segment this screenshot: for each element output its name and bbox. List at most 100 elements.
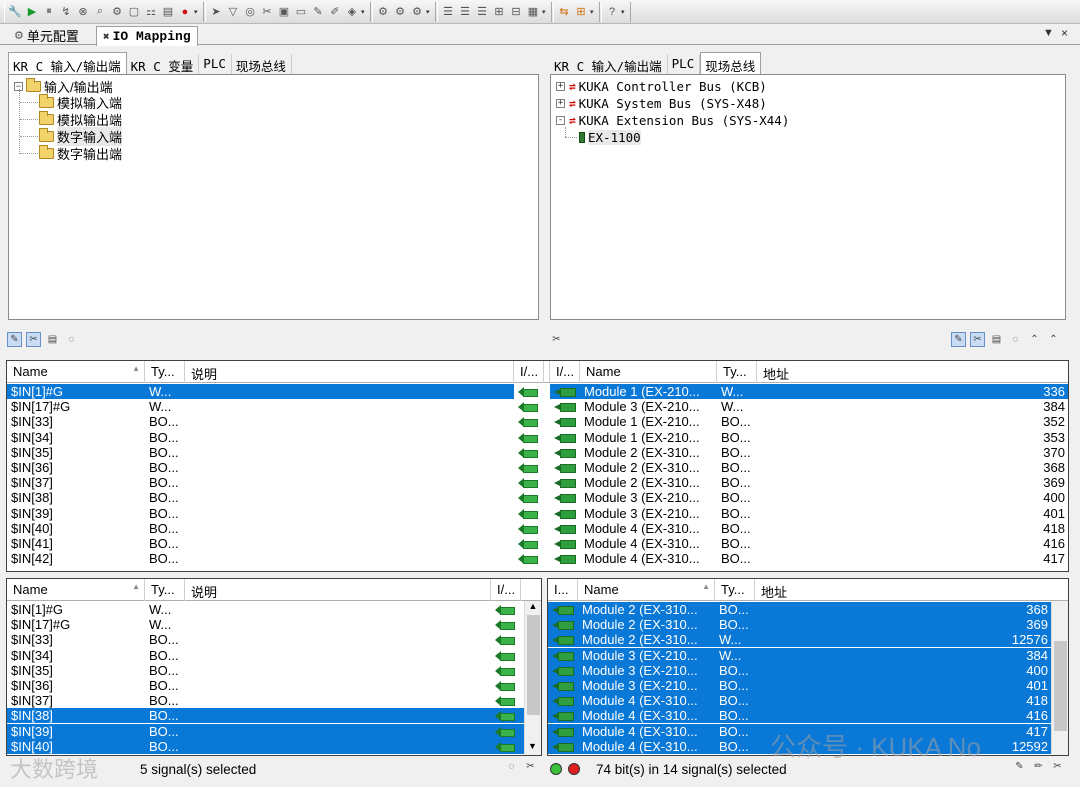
align-right-icon[interactable]: ☰ [474, 4, 490, 20]
expand-up-all-icon[interactable]: ⌃ [1046, 332, 1061, 347]
mapping-row[interactable]: $IN[17]#G W... Module 3 (EX-210... W... 384 [7, 399, 1068, 414]
left_panel-tab-2[interactable]: PLC [199, 54, 232, 74]
tree-item[interactable]: 模拟输入端 [39, 94, 122, 111]
column-header[interactable]: I/... [514, 361, 544, 383]
signal-row[interactable]: $IN[1]#G W... [7, 602, 524, 617]
signal-row[interactable]: $IN[38] BO... [7, 708, 524, 724]
wrench-icon[interactable]: 🔧 [7, 4, 23, 20]
collapse-icon[interactable]: - [556, 116, 565, 125]
right_panel-tab-0[interactable]: KR C 输入/输出端 [550, 54, 668, 74]
tab-cell-config[interactable]: ⚙ 单元配置 [8, 26, 85, 45]
disconnect-icon[interactable]: ✂ [26, 331, 41, 347]
edit-signal-icon[interactable]: ▤ [45, 332, 60, 347]
close-icon[interactable]: × [1061, 26, 1068, 40]
cube-icon[interactable]: ◈ [344, 4, 360, 20]
pin-icon[interactable]: ✎ [1012, 759, 1027, 774]
signal-row[interactable]: $IN[33] BO... [7, 632, 524, 647]
bus-signal-row[interactable]: Module 2 (EX-310... W... 12576 [548, 632, 1051, 648]
mapping-row[interactable]: $IN[33] BO... Module 1 (EX-210... BO... 352 [7, 414, 1068, 429]
column-header[interactable]: Name ▲ [578, 579, 715, 601]
mapping-row[interactable]: $IN[37] BO... Module 2 (EX-310... BO... 369 [7, 475, 1068, 490]
column-header[interactable]: I/... [550, 361, 580, 383]
tools-icon[interactable]: ✂ [259, 4, 275, 20]
dropdown-icon[interactable]: ▼ [1043, 27, 1054, 39]
column-header[interactable]: Name ▲ [7, 361, 145, 383]
edit-right-icon[interactable]: ▤ [989, 332, 1004, 347]
mapping-row[interactable]: $IN[35] BO... Module 2 (EX-310... BO... 370 [7, 445, 1068, 460]
expand-icon[interactable]: ⊞ [491, 4, 507, 20]
save-icon[interactable]: ▣ [276, 4, 292, 20]
tree-item[interactable]: 模拟输出端 [39, 111, 122, 128]
edit-icon[interactable]: ✎ [310, 4, 326, 20]
mapping-row[interactable]: $IN[1]#G W... Module 1 (EX-210... W... 336 [7, 384, 1068, 399]
record-icon[interactable]: ● [177, 4, 193, 20]
page-icon[interactable]: ▢ [126, 4, 142, 20]
filter-right-icon[interactable]: ◌ [1008, 332, 1023, 347]
expand-up-icon[interactable]: ⌃ [1027, 332, 1042, 347]
bus-tree-item[interactable]: - ⇌ KUKA Extension Bus (SYS-X44) [556, 112, 789, 129]
left-status-filter-icon[interactable]: ◌ [504, 759, 519, 774]
signal-row[interactable]: $IN[35] BO... [7, 663, 524, 678]
stop-icon[interactable]: ⊗ [75, 4, 91, 20]
help-icon[interactable]: ? [604, 4, 620, 20]
mapping-row[interactable]: $IN[36] BO... Module 2 (EX-310... BO... 368 [7, 460, 1068, 475]
mapping-icon[interactable]: ⇆ [556, 4, 572, 20]
collapse-icon[interactable]: ⊟ [508, 4, 524, 20]
expand-icon[interactable]: + [556, 82, 565, 91]
step-icon[interactable]: ↯ [58, 4, 74, 20]
search-icon[interactable]: ⌕ [92, 4, 108, 20]
bus-signal-row[interactable]: Module 3 (EX-210... BO... 401 [548, 678, 1051, 693]
align-center-icon[interactable]: ☰ [457, 4, 473, 20]
unmap-icon[interactable]: ✂ [549, 332, 564, 347]
column-header[interactable]: 地址 [755, 579, 1068, 601]
vertical-scrollbar[interactable]: ▲ ▼ [524, 601, 541, 755]
column-header[interactable]: 说明 [185, 361, 514, 383]
bus-signal-row[interactable]: Module 2 (EX-310... BO... 369 [548, 617, 1051, 633]
mapping-row[interactable]: $IN[42] BO... Module 4 (EX-310... BO... 417 [7, 551, 1068, 566]
gear-c-icon[interactable]: ⚙ [409, 4, 425, 20]
left_panel-tab-1[interactable]: KR C 变量 [127, 54, 200, 74]
tab-io-mapping[interactable]: ✖ IO Mapping [96, 26, 198, 46]
tree-item[interactable]: 数字输出端 [39, 145, 122, 162]
scroll-thumb[interactable] [1054, 641, 1067, 731]
scroll-thumb[interactable] [527, 615, 540, 715]
column-header[interactable]: 说明 [185, 579, 491, 601]
bus-signal-row[interactable]: Module 3 (EX-210... BO... 400 [548, 662, 1051, 678]
doc-icon[interactable]: ▤ [160, 4, 176, 20]
bus-signal-row[interactable]: Module 3 (EX-210... W... 384 [548, 647, 1051, 663]
signal-filter-icon[interactable]: ◌ [64, 332, 79, 347]
column-header[interactable]: 地址 [757, 361, 1068, 383]
gear-b-icon[interactable]: ⚙ [392, 4, 408, 20]
signal-row[interactable]: $IN[34] BO... [7, 648, 524, 663]
mapping-row[interactable]: $IN[38] BO... Module 3 (EX-210... BO... 400 [7, 490, 1068, 505]
expand-icon[interactable]: + [556, 99, 565, 108]
right_panel-tab-1[interactable]: PLC [668, 54, 701, 74]
bus-signal-row[interactable]: Module 2 (EX-310... BO... 368 [548, 602, 1051, 617]
tree-item[interactable]: 数字输入端 [39, 127, 123, 146]
pause-icon[interactable]: ⏸ [41, 4, 57, 20]
nav-icon[interactable]: ➤ [208, 4, 224, 20]
bus-signal-row[interactable]: Module 4 (EX-310... BO... 418 [548, 693, 1051, 709]
column-header[interactable]: Ty... [717, 361, 757, 383]
right_panel-tab-2[interactable]: 现场总线 [700, 52, 762, 74]
left-status-unmap-icon[interactable]: ✂ [523, 759, 538, 774]
monitor-icon[interactable]: ▭ [293, 4, 309, 20]
bus-signal-row[interactable]: Module 4 (EX-310... BO... 416 [548, 708, 1051, 724]
toolbar-dropdown-icon[interactable]: ▾ [590, 8, 597, 16]
align-left-icon[interactable]: ☰ [440, 4, 456, 20]
mapping-row[interactable]: $IN[40] BO... Module 4 (EX-310... BO... 418 [7, 521, 1068, 536]
mapping-row[interactable]: $IN[39] BO... Module 3 (EX-210... BO... 401 [7, 506, 1068, 521]
target-icon[interactable]: ◎ [242, 4, 258, 20]
disconnect-right-icon[interactable]: ✂ [970, 331, 985, 347]
network-icon[interactable]: ⚏ [143, 4, 159, 20]
grid-icon[interactable]: ▦ [525, 4, 541, 20]
play-icon[interactable]: ▶ [24, 4, 40, 20]
mapping-row[interactable]: $IN[34] BO... Module 1 (EX-210... BO... 353 [7, 430, 1068, 445]
unmap-right-icon[interactable]: ✂ [1050, 759, 1065, 774]
column-header[interactable]: I... [548, 579, 578, 601]
left_panel-tab-3[interactable]: 现场总线 [232, 54, 292, 74]
mapping-row[interactable]: $IN[41] BO... Module 4 (EX-310... BO... 416 [7, 536, 1068, 551]
gear-a-icon[interactable]: ⚙ [375, 4, 391, 20]
column-header[interactable]: Ty... [145, 361, 185, 383]
left_panel-tab-0[interactable]: KR C 输入/输出端 [8, 52, 127, 74]
